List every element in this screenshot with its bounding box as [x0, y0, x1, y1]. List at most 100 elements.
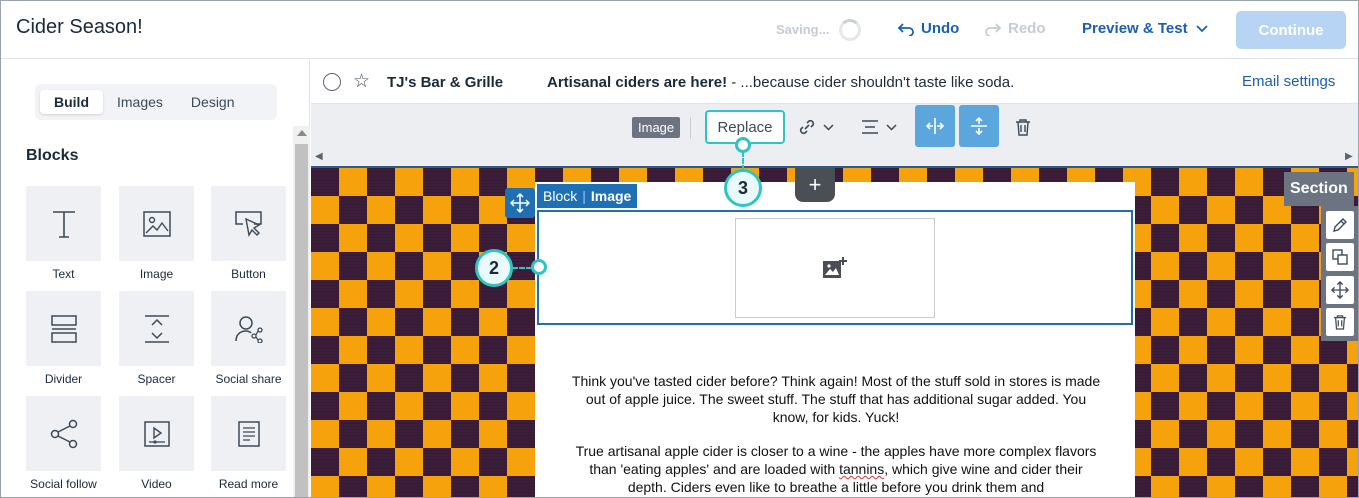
block-social-share[interactable]: Social share — [211, 291, 286, 386]
email-body-text[interactable]: Think you've tasted cider before? Think … — [571, 372, 1101, 497]
scroll-right-icon[interactable]: ▶ — [1345, 151, 1353, 162]
preview-label: Preview & Test — [1082, 20, 1188, 37]
block-label: Read more — [218, 477, 279, 491]
editor-area: ☆ TJ's Bar & Grille Artisanal ciders are… — [311, 60, 1358, 497]
trash-icon — [1333, 315, 1346, 330]
block-social-follow[interactable]: Social follow — [26, 396, 101, 491]
email-settings-link[interactable]: Email settings — [1242, 73, 1335, 90]
tab-build[interactable]: Build — [40, 90, 103, 114]
pencil-icon — [1332, 218, 1347, 233]
scroll-left-icon[interactable]: ◀ — [315, 151, 323, 162]
block-tag-block: Block — [543, 188, 578, 204]
top-bar: Cider Season! Saving... Undo Redo Previe… — [1, 1, 1358, 59]
callout-2: 2 — [475, 249, 513, 287]
block-divider[interactable]: Divider — [26, 291, 101, 386]
block-label: Button — [231, 267, 266, 281]
add-block-button[interactable]: + — [795, 168, 835, 202]
email-header-row: ☆ TJ's Bar & Grille Artisanal ciders are… — [311, 60, 1358, 104]
sidebar-tabs: Build Images Design — [35, 84, 277, 120]
move-icon — [510, 193, 530, 213]
tab-images[interactable]: Images — [103, 90, 177, 114]
move-icon — [1330, 280, 1349, 299]
horizontal-resize-icon — [925, 118, 945, 134]
saving-status: Saving... — [776, 22, 830, 37]
saving-spinner-icon — [839, 19, 861, 41]
undo-button[interactable]: Undo — [897, 20, 959, 37]
undo-icon — [897, 22, 914, 36]
spacer-icon — [144, 314, 169, 343]
edit-section-button[interactable] — [1325, 211, 1354, 240]
tab-design[interactable]: Design — [177, 90, 249, 114]
selected-image-block[interactable] — [537, 210, 1133, 325]
toolbar-divider — [690, 117, 691, 139]
scrollbar-thumb[interactable] — [295, 144, 308, 497]
spellcheck-word: tannins — [839, 461, 885, 477]
paragraph-2: True artisanal apple cider is closer to … — [571, 442, 1101, 496]
subject-bold: Artisanal ciders are here! — [547, 74, 728, 91]
redo-icon — [985, 22, 1002, 36]
editor-window: Cider Season! Saving... Undo Redo Previe… — [0, 0, 1359, 498]
block-move-handle[interactable] — [505, 188, 535, 218]
campaign-title[interactable]: Cider Season! — [16, 16, 143, 39]
block-label: Video — [141, 477, 172, 491]
block-label: Spacer — [137, 372, 176, 386]
undo-label: Undo — [921, 20, 960, 37]
sidebar-scrollbar[interactable] — [293, 126, 310, 497]
block-tag-separator: | — [582, 188, 586, 204]
star-icon[interactable]: ☆ — [353, 70, 370, 93]
image-placeholder[interactable] — [735, 218, 935, 318]
block-button[interactable]: Button — [211, 186, 286, 281]
section-label: Section — [1284, 172, 1354, 206]
select-radio[interactable] — [323, 73, 341, 91]
paragraph-1: Think you've tasted cider before? Think … — [571, 373, 1101, 425]
align-dropdown[interactable] — [860, 113, 897, 141]
full-width-button[interactable] — [915, 105, 955, 147]
block-tag-image: Image — [590, 188, 632, 204]
redo-label: Redo — [1008, 20, 1046, 37]
block-video[interactable]: Video — [119, 396, 194, 491]
image-icon — [142, 210, 171, 237]
preview-test-button[interactable]: Preview & Test — [1082, 20, 1208, 37]
block-type-tag: Block | Image — [537, 184, 638, 208]
block-label: Image — [139, 267, 174, 281]
block-label: Divider — [44, 372, 83, 386]
duplicate-section-button[interactable] — [1325, 243, 1354, 272]
block-label: Text — [52, 267, 75, 281]
block-label: Social follow — [30, 477, 97, 491]
delete-button[interactable] — [1015, 113, 1031, 141]
block-read-more[interactable]: Read more — [211, 396, 286, 491]
delete-section-button[interactable] — [1325, 307, 1354, 336]
social-share-icon — [234, 315, 263, 343]
from-name: TJ's Bar & Grille — [387, 74, 504, 91]
toolbar-type-tag: Image — [632, 117, 681, 138]
read-more-icon — [237, 420, 260, 447]
trash-icon — [1016, 119, 1030, 136]
block-text[interactable]: Text — [26, 186, 101, 281]
callout-2-line — [512, 267, 532, 269]
divider-icon — [50, 314, 77, 343]
subject-line: Artisanal ciders are here! - ...because … — [547, 74, 1014, 91]
text-icon — [52, 210, 75, 238]
link-icon — [799, 119, 815, 135]
section-tools — [1321, 206, 1358, 341]
redo-button[interactable]: Redo — [984, 20, 1046, 37]
block-image[interactable]: Image — [119, 186, 194, 281]
scroll-up-icon[interactable] — [297, 130, 307, 136]
chevron-down-icon — [823, 123, 834, 131]
full-height-button[interactable] — [959, 105, 999, 147]
continue-button[interactable]: Continue — [1236, 11, 1346, 49]
button-icon — [234, 210, 262, 237]
callout-2-dot — [531, 259, 547, 275]
image-toolbar: Image Replace ◀ ▶ — [311, 105, 1358, 165]
link-dropdown[interactable] — [797, 113, 834, 141]
move-section-button[interactable] — [1325, 275, 1354, 304]
subject-preheader: - ...because cider shouldn't taste like … — [727, 74, 1015, 91]
duplicate-icon — [1331, 249, 1348, 266]
callout-3-line — [742, 151, 744, 171]
chevron-down-icon — [886, 123, 897, 131]
block-spacer[interactable]: Spacer — [119, 291, 194, 386]
chevron-down-icon — [1195, 24, 1208, 32]
email-canvas: + Block | Image Think you've tasted cide… — [311, 166, 1358, 497]
sidebar: Build Images Design Blocks Text Image Bu… — [1, 60, 310, 497]
social-follow-icon — [50, 419, 77, 448]
